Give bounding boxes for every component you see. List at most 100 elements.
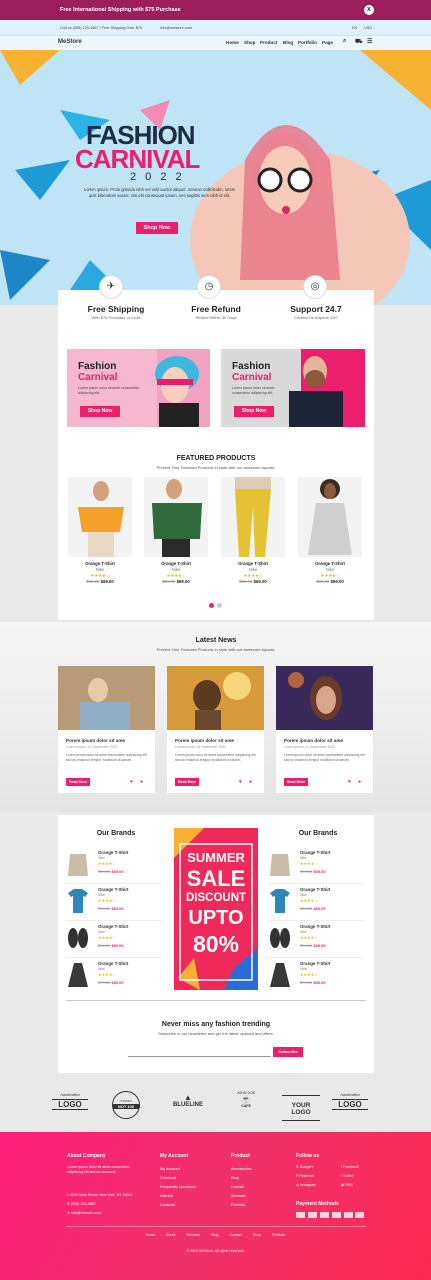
product-2-photo: [152, 479, 202, 557]
brand-item-left-4[interactable]: Orange T-Shirt Nike ★★★★☆ $74.00 $69.00: [66, 959, 162, 995]
social-facebook[interactable]: f Facebook: [341, 1165, 359, 1169]
comment-icon[interactable]: ●: [249, 779, 252, 785]
nav-page[interactable]: Page: [322, 40, 333, 45]
newsletter-email-input[interactable]: [128, 1047, 271, 1057]
news-3-title[interactable]: Porem ipsum dolor sit ame: [284, 738, 343, 743]
logo[interactable]: MeStore: [58, 39, 82, 45]
newsletter-title: Never miss any fashion trending: [161, 1021, 271, 1028]
footer-phone[interactable]: ✆ (555) 123-4567: [67, 1202, 96, 1206]
nav-shop[interactable]: Shop: [244, 40, 255, 45]
brand-item-right-4[interactable]: Orange T-Shirt Nike ★★★★☆ $74.00 $69.00: [268, 959, 364, 995]
brand-item-right-1[interactable]: Orange T-Shirt Nike ★★★★☆ $74.00 $69.00: [268, 848, 364, 884]
comment-icon[interactable]: ●: [358, 779, 361, 785]
partner-logo-3[interactable]: ▲ BLUELINE: [168, 1093, 208, 1123]
menu-icon[interactable]: ☰: [367, 38, 372, 45]
footer-email[interactable]: ✉ info@mestore.com: [67, 1211, 101, 1215]
footer-link-services[interactable]: Services: [231, 1192, 251, 1201]
carousel-dot-active[interactable]: [209, 603, 214, 608]
social-rss[interactable]: ◉ RSS: [341, 1183, 353, 1187]
brand-item-left-1[interactable]: Orange T-Shirt Nike ★★★★☆ $74.00 $69.00: [66, 848, 162, 884]
partner-logo-5[interactable]: YOUR LOGO: [282, 1095, 320, 1121]
partner-logo-6[interactable]: Handcrafted LOGO: [332, 1093, 368, 1123]
nav-product[interactable]: Product: [260, 40, 277, 45]
search-icon[interactable]: ⌕: [343, 38, 346, 45]
brand-item-right-2[interactable]: Orange T-Shirt Nike ★★★★☆ $74.00 $69.00: [268, 885, 364, 921]
partner-logo-2[interactable]: STUDIO NOT 100: [112, 1091, 140, 1119]
bottom-link-services[interactable]: Services: [186, 1233, 200, 1237]
footer-link-blog[interactable]: Blog: [231, 1174, 251, 1183]
language-select[interactable]: EN: [352, 26, 357, 30]
email-info[interactable]: info@mestore.com: [160, 26, 192, 30]
social-twitter[interactable]: t Twitter: [341, 1174, 354, 1178]
nav-home[interactable]: Home: [226, 40, 239, 45]
social-google[interactable]: G Google+: [296, 1165, 313, 1169]
footer-link-checkout[interactable]: Checkout: [160, 1174, 196, 1183]
promo-banner-1[interactable]: Fashion Carnival Lorem ipsum dolor sit a…: [67, 349, 210, 427]
bottom-link-contact[interactable]: Contact: [229, 1233, 241, 1237]
social-instagram[interactable]: ◎ Instagram: [296, 1183, 316, 1187]
nav-blog[interactable]: Blog: [283, 40, 293, 45]
product-card-3[interactable]: Orange T-Shirt Nike ★★★★☆ $86.00 $69.00: [221, 561, 285, 585]
news-card-1[interactable]: Porem ipsum dolor sit ame Lorem ipsum, 2…: [58, 666, 155, 793]
news-2-read-more-button[interactable]: Read More: [175, 778, 199, 786]
brand-left-4-cat: Nike: [98, 967, 106, 971]
banner-2-shop-now-button[interactable]: Shop Now: [234, 406, 274, 417]
nav-portfolio[interactable]: Portfolio: [298, 40, 317, 45]
carousel-dot[interactable]: [217, 603, 222, 608]
brand-item-left-2[interactable]: Orange T-Shirt Nike ★★★★☆ $74.00 $69.00: [66, 885, 162, 921]
footer-link-contact[interactable]: Contact: [231, 1183, 251, 1192]
promo-banner-2[interactable]: Fashion Carnival Lorem ipsum dolor sit a…: [221, 349, 365, 427]
partner-logo-4[interactable]: JOHN DOE ☕ CAFE: [228, 1091, 264, 1121]
brand-item-left-3[interactable]: Orange T-Shirt Nike ★★★★☆ $74.00 $69.00: [66, 922, 162, 958]
partner-logo-1[interactable]: Handcrafted LOGO: [52, 1093, 88, 1123]
brand-left-2-name: Orange T-Shirt: [98, 887, 129, 892]
comment-icon[interactable]: ●: [140, 779, 143, 785]
bottom-link-portfolio[interactable]: Portfolio: [272, 1233, 285, 1237]
currency-select[interactable]: USD: [364, 26, 372, 30]
product-image-4[interactable]: [298, 477, 362, 557]
product-image-3[interactable]: [221, 477, 285, 557]
footer-phone-text: (555) 123-4567: [71, 1202, 96, 1206]
footer-link-accessories[interactable]: Accessories: [231, 1165, 251, 1174]
brand-left-3-rating: ★★★★☆: [98, 935, 116, 940]
bottom-link-home[interactable]: Home: [146, 1233, 156, 1237]
product-card-4[interactable]: Orange T-Shirt Nike ★★★★☆ $86.00 $69.00: [298, 561, 362, 585]
footer-link-contacts[interactable]: Contacts: [160, 1201, 196, 1210]
product-image-1[interactable]: [68, 477, 132, 557]
news-1-title[interactable]: Porem ipsum dolor sit ame: [66, 738, 125, 743]
brand-item-right-3[interactable]: Orange T-Shirt Nike ★★★★☆ $74.00 $69.00: [268, 922, 364, 958]
footer-link-faq[interactable]: Frequently Questions: [160, 1183, 196, 1192]
bottom-link-shop[interactable]: Shop: [253, 1233, 261, 1237]
news-card-3[interactable]: Porem ipsum dolor sit ame Lorem ipsum, 2…: [276, 666, 373, 793]
bottom-link-blog[interactable]: Blog: [211, 1233, 218, 1237]
product-card-1[interactable]: Orange T-Shirt Nike ★★★★☆ $86.00 $69.00: [68, 561, 132, 585]
hero-shop-now-button[interactable]: Shop Now: [136, 222, 178, 234]
sale-line-4: UPTO: [188, 907, 244, 929]
news-card-2[interactable]: Porem ipsum dolor sit ame Lorem ipsum, 2…: [167, 666, 264, 793]
visa-icon: [296, 1212, 305, 1218]
brand-left-2-cat: Nike: [98, 893, 106, 897]
product-card-2[interactable]: Orange T-Shirt Nike ★★★★☆ $86.00 $69.00: [144, 561, 208, 585]
close-icon[interactable]: x: [364, 5, 374, 15]
news-3-read-more-button[interactable]: Read More: [284, 778, 308, 786]
news-1-read-more-button[interactable]: Read More: [66, 778, 90, 786]
dress-thumb: [270, 963, 290, 987]
heart-icon[interactable]: ♥: [130, 779, 133, 785]
feature-text-shipping: With $75 Purchase or more: [91, 315, 141, 320]
heart-icon[interactable]: ♥: [239, 779, 242, 785]
product-4-old-price: $86.00: [316, 579, 330, 584]
heart-icon[interactable]: ♥: [348, 779, 351, 785]
footer-link-wishlist[interactable]: Wishlist: [160, 1192, 196, 1201]
cart-icon[interactable]: ⛟: [355, 38, 363, 46]
news-2-title[interactable]: Porem ipsum dolor sit ame: [175, 738, 234, 743]
subscribe-button[interactable]: Subscribe: [273, 1047, 303, 1057]
tshirt-thumb: [68, 889, 88, 913]
banner-1-shop-now-button[interactable]: Shop Now: [80, 406, 120, 417]
footer-link-my-account[interactable]: My Account: [160, 1165, 196, 1174]
social-pinterest[interactable]: P Pinterest: [296, 1174, 314, 1178]
product-image-2[interactable]: [144, 477, 208, 557]
footer-link-portfolio[interactable]: Portfolio: [231, 1201, 251, 1210]
summer-sale-banner[interactable]: SUMMER SALE DISCOUNT UPTO 80%: [174, 828, 258, 990]
news-2-image: [167, 666, 264, 730]
bottom-link-about[interactable]: About: [166, 1233, 175, 1237]
